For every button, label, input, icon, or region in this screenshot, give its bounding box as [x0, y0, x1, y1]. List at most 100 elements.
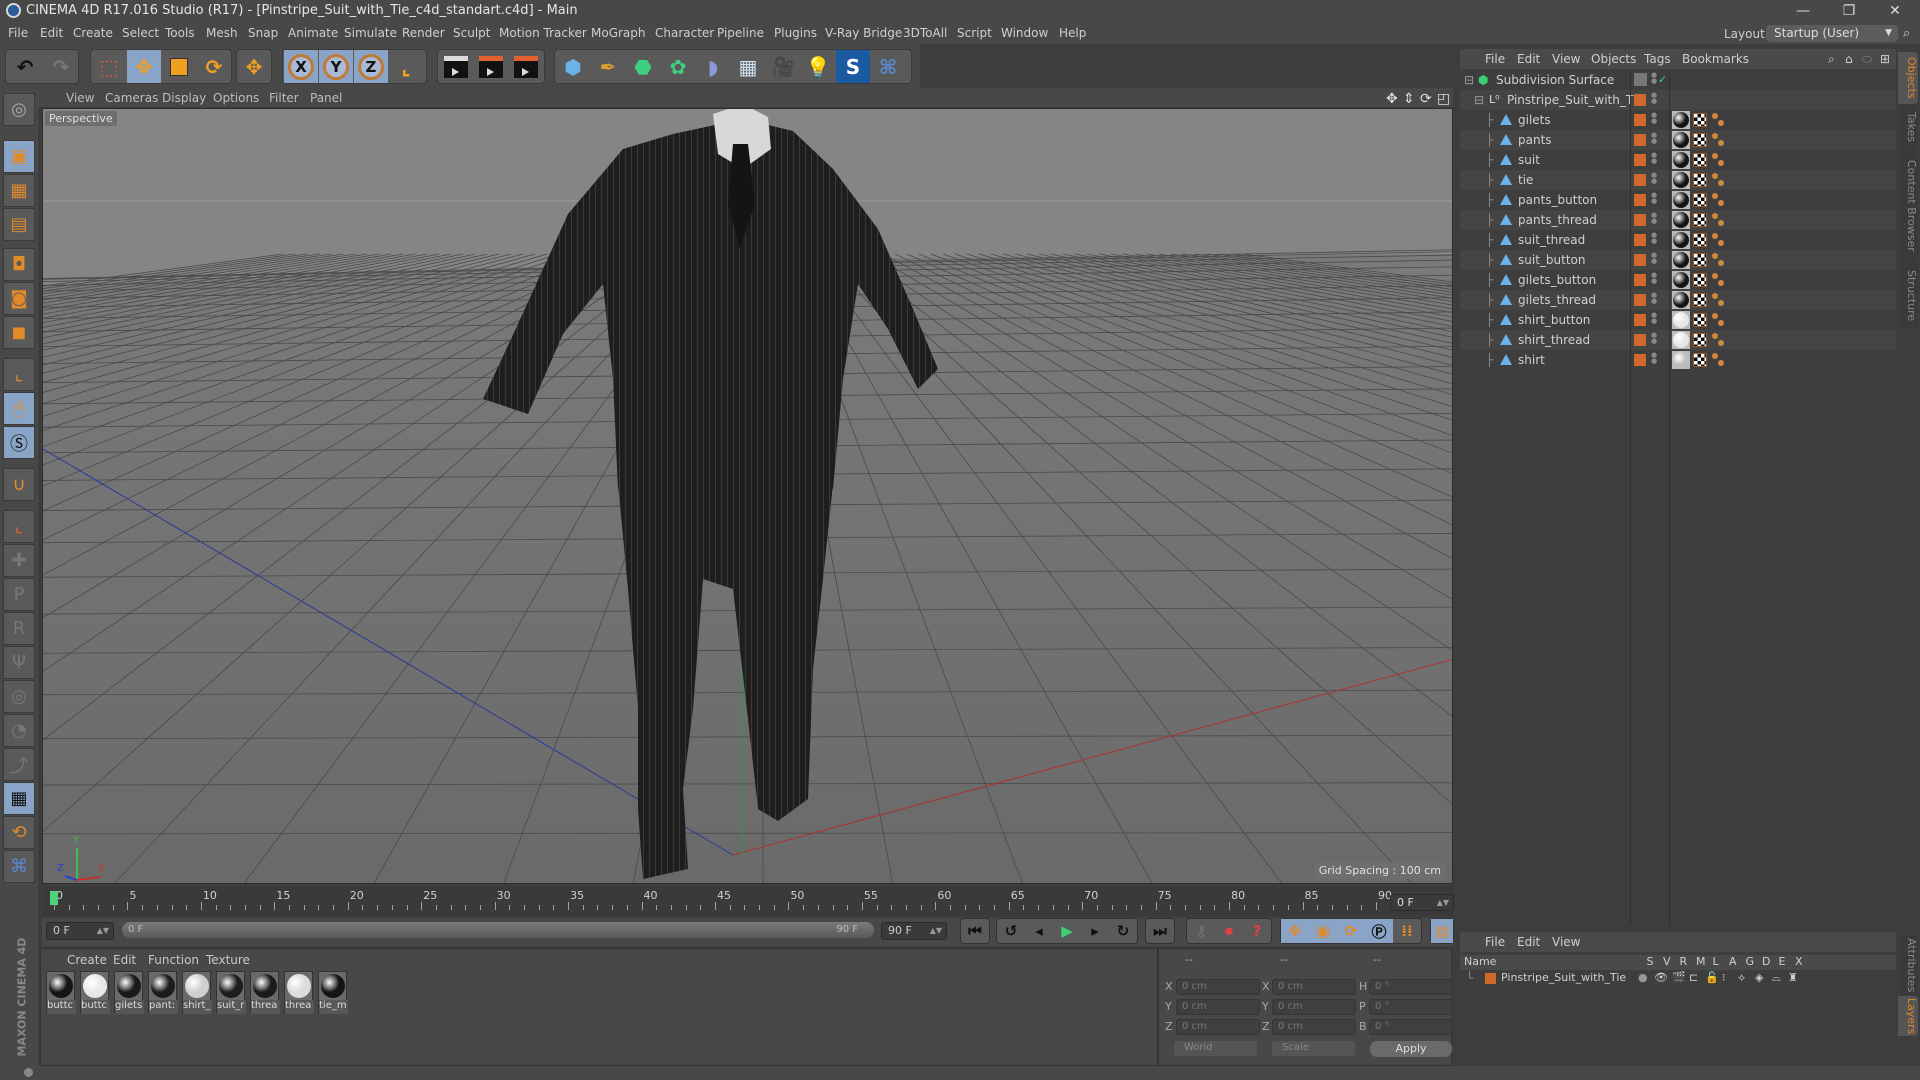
layer-column-header[interactable]: Name: [1464, 955, 1496, 968]
phong-tag-icon[interactable]: [1712, 172, 1726, 188]
menu-simulate[interactable]: Simulate: [344, 26, 397, 40]
visibility-dots[interactable]: ● ●: [1651, 252, 1657, 265]
layer-deformer-icon[interactable]: ◈: [1755, 971, 1763, 984]
material-menu-edit[interactable]: Edit: [113, 953, 136, 967]
visibility-dots[interactable]: ● ●: [1651, 332, 1657, 345]
material-tag[interactable]: [1672, 111, 1690, 129]
layer-color-swatch[interactable]: [1634, 334, 1646, 346]
phong-tag-icon[interactable]: [1712, 252, 1726, 268]
viewport-menu-filter[interactable]: Filter: [269, 91, 299, 105]
phong-tag-icon[interactable]: [1712, 292, 1726, 308]
layer-color-swatch[interactable]: [1485, 973, 1496, 984]
rotation-track-icon[interactable]: ⟳: [1337, 919, 1365, 943]
python-script-icon[interactable]: ⌘: [3, 850, 35, 883]
coord-value-field[interactable]: 0 cm: [1272, 999, 1356, 1015]
visibility-dots[interactable]: ● ●: [1651, 112, 1657, 125]
python-icon[interactable]: ⌘: [871, 50, 905, 83]
tab-content-browser[interactable]: Content Browser: [1898, 150, 1918, 262]
tree-row-object[interactable]: ├ gilets_thread ● ●: [1460, 290, 1896, 310]
render-settings-icon[interactable]: [509, 50, 543, 83]
apply-button[interactable]: Apply: [1370, 1041, 1452, 1057]
z-axis-lock-button[interactable]: Z: [354, 50, 388, 83]
coordinate-system-icon[interactable]: ⌞: [389, 50, 423, 83]
coord-space-dropdown[interactable]: World: [1174, 1041, 1257, 1056]
layer-generator-icon[interactable]: ⟡: [1738, 971, 1745, 985]
coord-value-field[interactable]: 0 °: [1369, 1019, 1453, 1035]
material-tag[interactable]: [1672, 191, 1690, 209]
coord-mode-dropdown[interactable]: Scale: [1272, 1041, 1355, 1056]
previous-frame-icon[interactable]: ◂: [1025, 919, 1053, 943]
end-frame-field[interactable]: 90 F ▲▼: [881, 922, 947, 940]
om-menu-objects[interactable]: Objects: [1591, 52, 1636, 66]
menu-select[interactable]: Select: [122, 26, 159, 40]
menu-vray-bridge[interactable]: V-Ray Bridge: [825, 26, 902, 40]
uvw-tag-icon[interactable]: [1693, 313, 1707, 327]
visibility-dots[interactable]: ● ●: [1651, 292, 1657, 305]
tree-row-object[interactable]: ├ tie ● ●: [1460, 170, 1896, 190]
visibility-dots[interactable]: ● ●: [1651, 212, 1657, 225]
visibility-dots[interactable]: ● ●: [1651, 272, 1657, 285]
phong-tag-icon[interactable]: [1712, 212, 1726, 228]
material-thumbnail[interactable]: shirt_: [182, 971, 212, 1014]
material-thumbnail[interactable]: tie_m: [318, 971, 348, 1014]
next-frame-icon[interactable]: ▸: [1081, 919, 1109, 943]
material-tag[interactable]: [1672, 331, 1690, 349]
ik-psr-icon[interactable]: Ψ: [3, 646, 35, 679]
pen-spline-icon[interactable]: ✒: [591, 50, 625, 83]
live-selection-icon[interactable]: ⬚: [92, 50, 126, 83]
texture-mode-icon[interactable]: ▦: [3, 174, 35, 207]
light-icon[interactable]: 💡: [801, 50, 835, 83]
tab-objects[interactable]: Objects: [1898, 52, 1918, 104]
material-menu-function[interactable]: Function: [148, 953, 199, 967]
material-tag[interactable]: [1672, 251, 1690, 269]
tree-row-object[interactable]: ├ pants_thread ● ●: [1460, 210, 1896, 230]
rotate-view-icon[interactable]: ⟳: [1420, 91, 1432, 107]
material-thumbnail[interactable]: pant:: [148, 971, 178, 1014]
layer-color-swatch[interactable]: [1634, 94, 1646, 106]
3d-viewport[interactable]: Y Z X Perspective Grid Spacing : 100 cm: [42, 108, 1453, 884]
recent-move-icon[interactable]: ✥: [237, 50, 271, 83]
goto-start-icon[interactable]: ⏮: [961, 919, 989, 943]
uvw-tag-icon[interactable]: [1693, 193, 1707, 207]
uvw-tag-icon[interactable]: [1693, 173, 1707, 187]
menu-3dtoall[interactable]: 3DToAll: [903, 26, 947, 40]
material-tag[interactable]: [1672, 211, 1690, 229]
render-picture-viewer-icon[interactable]: [474, 50, 508, 83]
material-thumbnail[interactable]: suit_r: [216, 971, 246, 1014]
layer-column-header[interactable]: D: [1762, 955, 1770, 968]
viewport-menu-options[interactable]: Options: [213, 91, 259, 105]
current-frame-field[interactable]: 0 F ▲▼: [1390, 894, 1454, 911]
floor-icon[interactable]: ▦: [731, 50, 765, 83]
menu-motion-tracker[interactable]: Motion Tracker: [499, 26, 587, 40]
layer-menu-file[interactable]: File: [1485, 935, 1505, 949]
record-key-icon[interactable]: ⚷: [1187, 919, 1215, 943]
y-axis-lock-button[interactable]: Y: [319, 50, 353, 83]
model-mode-icon[interactable]: ▣: [3, 140, 35, 173]
previous-keyframe-icon[interactable]: ↺: [997, 919, 1025, 943]
camera-icon[interactable]: 🎥: [766, 50, 800, 83]
coord-value-field[interactable]: 0 cm: [1176, 999, 1260, 1015]
tree-row-object[interactable]: ├ shirt_button ● ●: [1460, 310, 1896, 330]
layer-column-header[interactable]: L: [1713, 955, 1719, 968]
layer-color-swatch[interactable]: [1634, 154, 1646, 166]
deformer-icon[interactable]: ◗: [696, 50, 730, 83]
viewport-menu-panel[interactable]: Panel: [310, 91, 342, 105]
layer-menu-view[interactable]: View: [1552, 935, 1580, 949]
menu-render[interactable]: Render: [402, 26, 445, 40]
rotate-tool-icon[interactable]: ⟳: [197, 50, 231, 83]
coord-value-field[interactable]: 0 °: [1369, 999, 1453, 1015]
visibility-dots[interactable]: ● ●: [1651, 312, 1657, 325]
layer-color-swatch[interactable]: [1634, 354, 1646, 366]
om-menu-view[interactable]: View: [1552, 52, 1580, 66]
restore-button[interactable]: ❐: [1826, 0, 1872, 22]
uvw-tag-icon[interactable]: [1693, 153, 1707, 167]
timeline-window-icon[interactable]: ▤: [1431, 919, 1453, 943]
phong-tag-icon[interactable]: [1712, 112, 1726, 128]
layer-render-icon[interactable]: 🎬: [1672, 971, 1686, 984]
uvw-tag-icon[interactable]: [1693, 333, 1707, 347]
layer-visible-icon[interactable]: 👁: [1654, 971, 1668, 984]
uvw-tag-icon[interactable]: [1693, 233, 1707, 247]
next-keyframe-icon[interactable]: ↻: [1109, 919, 1137, 943]
workplane-icon[interactable]: ◎: [3, 93, 35, 126]
coord-value-field[interactable]: 0 cm: [1176, 979, 1260, 995]
